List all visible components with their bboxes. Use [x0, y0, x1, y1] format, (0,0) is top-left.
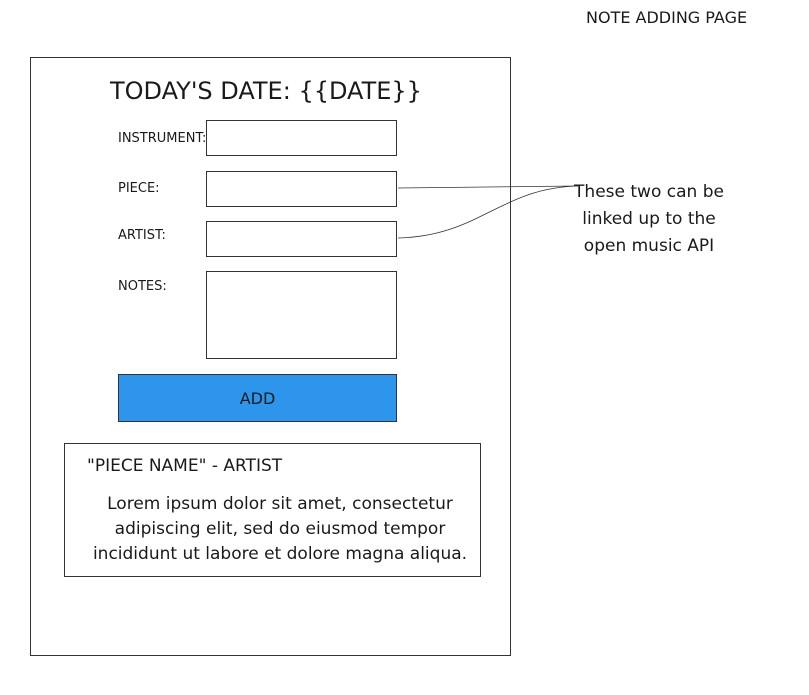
piece-connector-line: [397, 185, 579, 189]
api-annotation: These two can be linked up to the open m…: [574, 182, 724, 256]
annotation-connectors: [397, 185, 579, 239]
artist-connector-line: [397, 185, 579, 239]
